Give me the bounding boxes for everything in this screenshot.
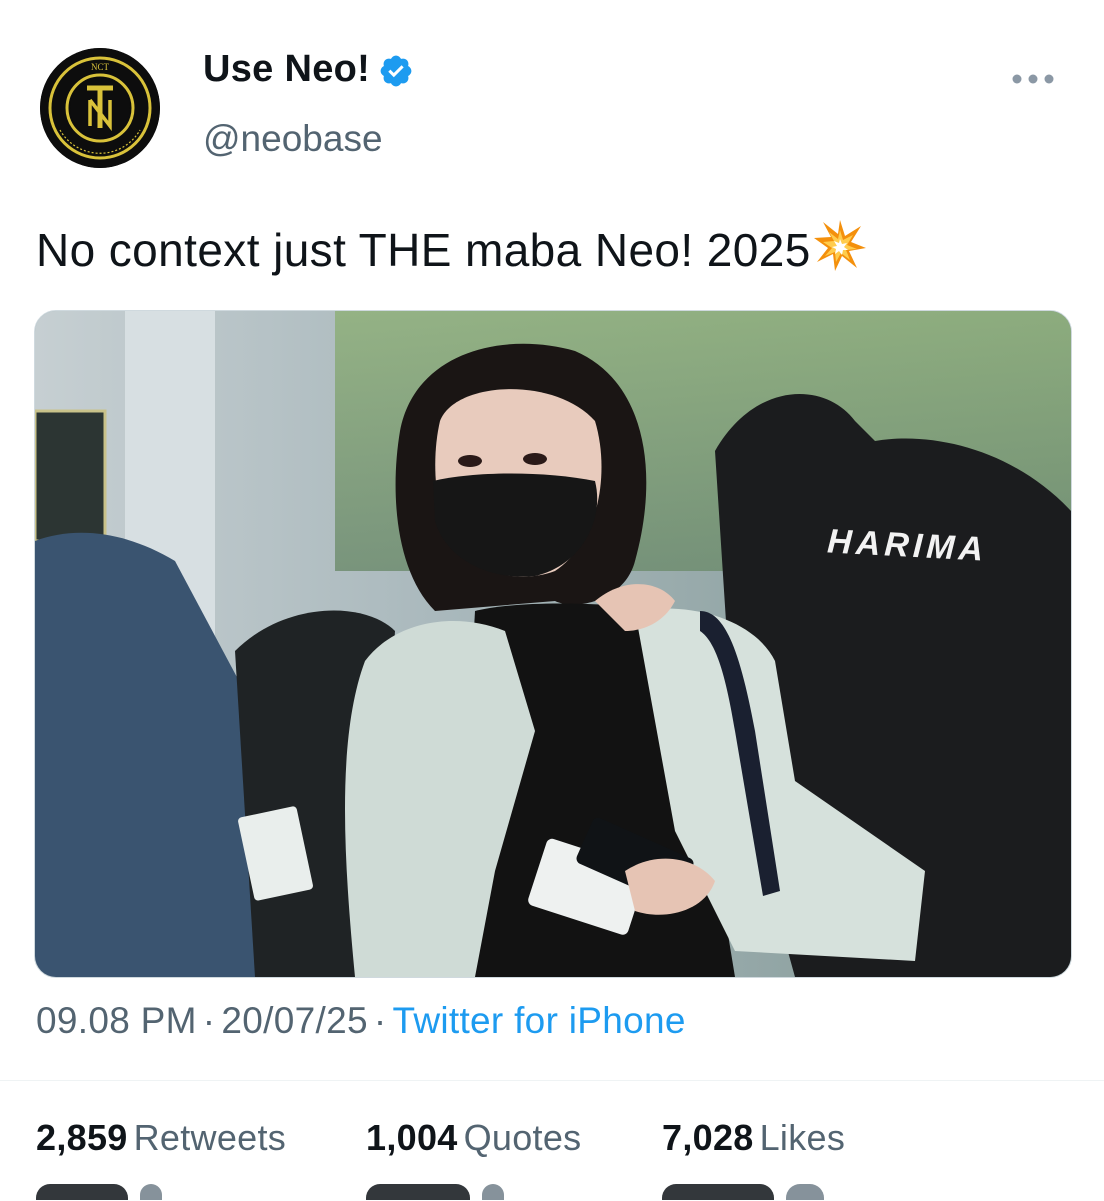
retweets-count: 2,859 xyxy=(36,1117,128,1158)
tweet-photo[interactable]: HARIMA xyxy=(34,310,1072,978)
likes-stat[interactable]: 7,028 Likes xyxy=(662,1117,845,1159)
verified-badge-icon xyxy=(380,55,412,86)
author-display-name[interactable]: Use Neo! xyxy=(203,48,370,91)
svg-text:NCT: NCT xyxy=(91,62,110,72)
author-handle[interactable]: @neobase xyxy=(203,118,383,160)
cutoff-glyphs xyxy=(366,1184,470,1200)
tweet-time[interactable]: 09.08 PM xyxy=(36,1000,197,1041)
retweets-label: Retweets xyxy=(133,1117,287,1158)
cutoff-glyphs xyxy=(662,1184,774,1200)
nct-logo: NCT xyxy=(40,48,160,168)
tweet-meta: 09.08 PM · 20/07/25 · Twitter for iPhone xyxy=(36,1000,686,1042)
tweet-source-link[interactable]: Twitter for iPhone xyxy=(392,1000,685,1041)
quotes-label: Quotes xyxy=(463,1117,582,1158)
cutoff-glyphs xyxy=(482,1184,504,1200)
quotes-count: 1,004 xyxy=(366,1117,458,1158)
cutoff-row xyxy=(0,1184,1104,1200)
cutoff-glyphs xyxy=(140,1184,162,1200)
more-options-icon[interactable] xyxy=(1010,72,1056,86)
tweet-stats: 2,859 Retweets 1,004 Quotes 7,028 Likes xyxy=(0,1080,1104,1201)
likes-label: Likes xyxy=(759,1117,846,1158)
quotes-stat[interactable]: 1,004 Quotes xyxy=(366,1117,581,1159)
author-name-row[interactable]: Use Neo! xyxy=(203,48,414,91)
tweet-text: No context just THE maba Neo! 2025 xyxy=(36,218,867,277)
author-avatar[interactable]: NCT xyxy=(40,48,160,168)
collision-emoji-icon xyxy=(813,220,866,271)
cutoff-glyphs xyxy=(36,1184,128,1200)
cutoff-glyphs xyxy=(786,1184,824,1200)
photo-illustration: HARIMA xyxy=(35,311,1071,977)
likes-count: 7,028 xyxy=(662,1117,754,1158)
meta-separator: · xyxy=(202,1000,216,1041)
retweets-stat[interactable]: 2,859 Retweets xyxy=(36,1117,286,1159)
tweet-date[interactable]: 20/07/25 xyxy=(221,1000,367,1041)
meta-separator: · xyxy=(373,1000,387,1041)
tweet-text-body: No context just THE maba Neo! 2025 xyxy=(36,224,811,276)
